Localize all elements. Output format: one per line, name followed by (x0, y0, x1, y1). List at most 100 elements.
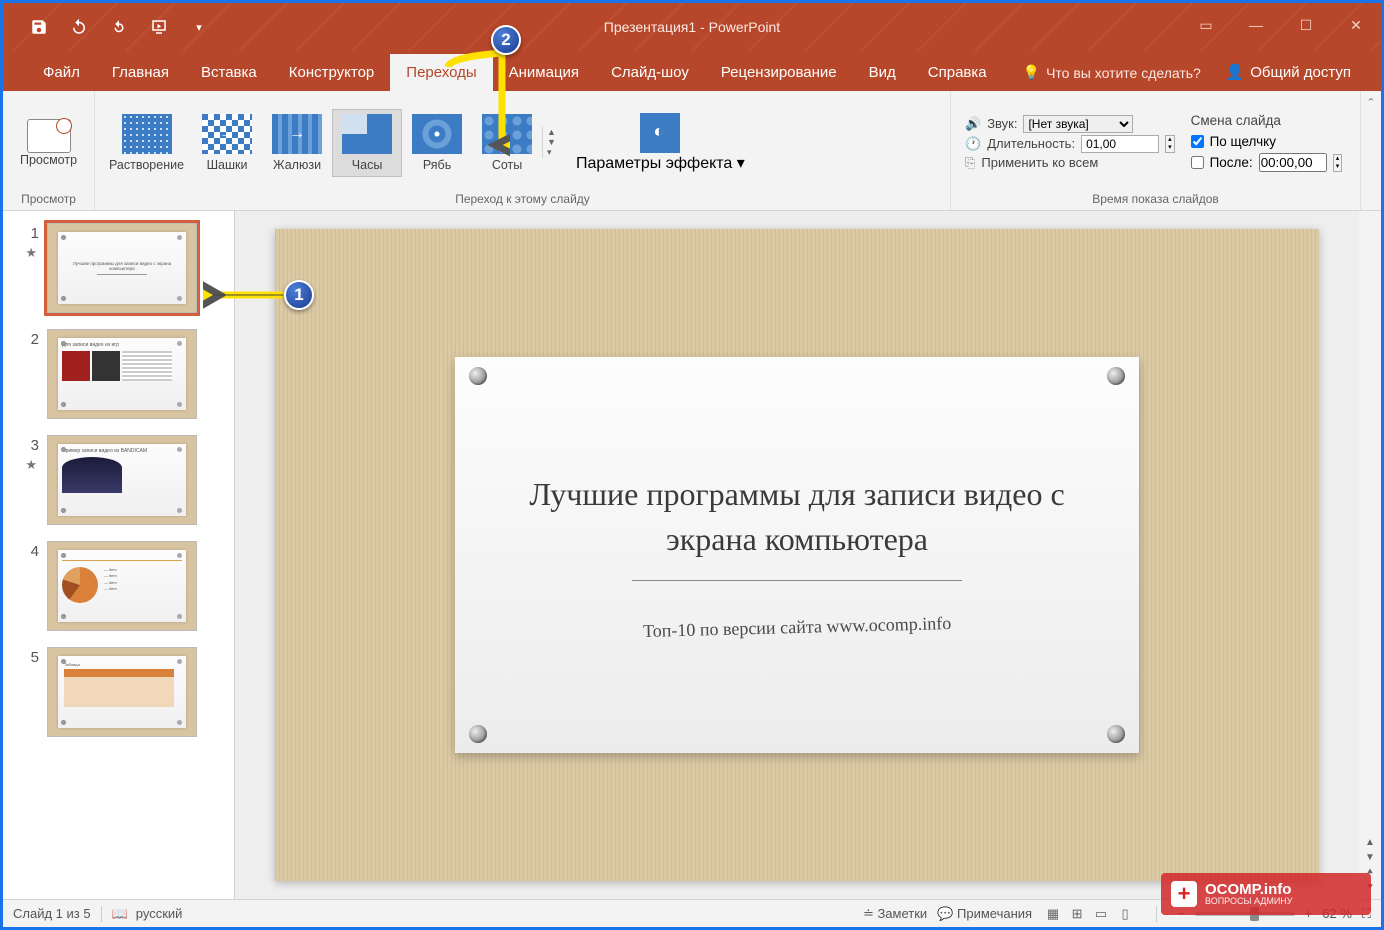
on-click-checkbox[interactable]: По щелчку (1191, 134, 1343, 149)
dissolve-icon (122, 114, 172, 154)
slide-thumbnails-panel: 1★ Лучшие программы для записи видео с э… (3, 211, 235, 899)
watermark: + OCOMP.info ВОПРОСЫ АДМИНУ (1161, 873, 1371, 915)
gallery-expand[interactable]: ▾ (547, 147, 556, 158)
window-controls: ▭ — ☐ ✕ (1181, 3, 1381, 47)
close-button[interactable]: ✕ (1331, 3, 1381, 47)
slide-title[interactable]: Лучшие программы для записи видео с экра… (485, 472, 1109, 562)
transition-star-icon: ★ (25, 245, 37, 261)
ribbon-options-button[interactable]: ▭ (1181, 3, 1231, 47)
tab-design[interactable]: Конструктор (273, 54, 391, 91)
comments-button[interactable]: 💬 Примечания (937, 906, 1032, 922)
slide-canvas[interactable]: Лучшие программы для записи видео с экра… (235, 211, 1359, 899)
share-button[interactable]: 👤 Общий доступ (1226, 63, 1351, 91)
minimize-button[interactable]: — (1231, 3, 1281, 47)
gallery-more: ▲ ▼ ▾ (542, 127, 560, 158)
clock-icon (342, 114, 392, 154)
maximize-button[interactable]: ☐ (1281, 3, 1331, 47)
slide-thumbnail-1[interactable]: Лучшие программы для записи видео с экра… (47, 223, 197, 313)
person-icon: 👤 (1226, 63, 1245, 81)
transition-clock[interactable]: Часы (332, 109, 402, 177)
thumb-number: 3★ (11, 435, 39, 525)
tab-view[interactable]: Вид (853, 54, 912, 91)
duration-icon: 🕐 (965, 136, 981, 152)
tab-slideshow[interactable]: Слайд-шоу (595, 54, 705, 91)
thumb-number: 1★ (11, 223, 39, 313)
slide-thumbnail-2[interactable]: Для записи видео из игр (47, 329, 197, 419)
slide-thumbnail-5[interactable]: Таблица (47, 647, 197, 737)
reading-view-button[interactable]: ▭ (1090, 903, 1112, 925)
thumb-number: 5 (11, 647, 39, 737)
scroll-up-icon[interactable]: ▲ (1365, 837, 1375, 848)
qat-customize-button[interactable]: ▾ (181, 9, 217, 45)
start-from-beginning-button[interactable] (141, 9, 177, 45)
thumb-number: 2 (11, 329, 39, 419)
after-spinner[interactable]: ▴▾ (1333, 154, 1343, 172)
preview-button[interactable]: Просмотр (12, 115, 85, 171)
tab-review[interactable]: Рецензирование (705, 54, 853, 91)
title-card: Лучшие программы для записи видео с экра… (455, 357, 1139, 753)
title-divider (632, 580, 962, 581)
slide-subtitle[interactable]: Топ-10 по версии сайта www.ocomp.info (643, 613, 952, 642)
scroll-down-icon[interactable]: ▼ (1365, 852, 1375, 863)
spellcheck-icon[interactable]: 📖 (112, 906, 128, 922)
transition-dissolve[interactable]: Растворение (101, 110, 192, 176)
gallery-row-up[interactable]: ▲ (547, 127, 556, 137)
gallery-row-down[interactable]: ▼ (547, 137, 556, 147)
ribbon: Просмотр Просмотр Растворение → Шашки → … (3, 91, 1381, 211)
duration-spinner[interactable]: ▴▾ (1165, 135, 1175, 153)
duration-label: Длительность: (987, 136, 1075, 151)
group-label-preview: Просмотр (9, 190, 88, 208)
window-title: Презентация1 - PowerPoint (604, 19, 780, 35)
lightbulb-icon: 💡 (1023, 64, 1040, 81)
normal-view-button[interactable]: ▦ (1042, 903, 1064, 925)
undo-button[interactable] (61, 9, 97, 45)
group-label-timing: Время показа слайдов (957, 190, 1354, 208)
blinds-icon: → (272, 114, 322, 154)
redo-button[interactable] (101, 9, 137, 45)
vertical-scrollbar[interactable]: ▲ ▼ ⯅ ⯆ (1359, 211, 1381, 899)
transition-star-icon: ★ (25, 457, 37, 473)
sorter-view-button[interactable]: ⊞ (1066, 903, 1088, 925)
save-button[interactable] (21, 9, 57, 45)
notes-button[interactable]: ≐ Заметки (863, 906, 927, 922)
view-buttons: ▦ ⊞ ▭ ▯ (1042, 903, 1136, 925)
slide-thumbnail-4[interactable]: — item— item— item— item (47, 541, 197, 631)
slide-thumbnail-3[interactable]: Пример записи видео из BANDICAM (47, 435, 197, 525)
checkerboard-icon: → (202, 114, 252, 154)
thumb-number: 4 (11, 541, 39, 631)
annotation-badge-1: 1 (284, 280, 314, 310)
transition-checkerboard[interactable]: → Шашки (192, 110, 262, 176)
ribbon-tabs: Файл Главная Вставка Конструктор Переход… (3, 51, 1381, 91)
effect-options-icon: ◐ (640, 113, 680, 153)
effect-options-button[interactable]: ◐ Параметры эффекта ▾ (568, 109, 753, 177)
sound-icon: 🔊 (965, 116, 981, 132)
tab-file[interactable]: Файл (27, 54, 96, 91)
apply-to-all-button[interactable]: ⎘ Применить ко всем (965, 155, 1175, 171)
screw-icon (469, 725, 487, 743)
duration-input[interactable] (1081, 135, 1159, 153)
slide-counter[interactable]: Слайд 1 из 5 (13, 906, 91, 921)
screw-icon (1107, 725, 1125, 743)
tab-home[interactable]: Главная (96, 54, 185, 91)
play-preview-icon (27, 119, 71, 153)
after-checkbox[interactable]: После: ▴▾ (1191, 153, 1343, 172)
title-bar: ▾ Презентация1 - PowerPoint ▭ — ☐ ✕ (3, 3, 1381, 51)
collapse-ribbon-button[interactable]: ˆ (1368, 97, 1373, 115)
tab-insert[interactable]: Вставка (185, 54, 273, 91)
quick-access-toolbar: ▾ (3, 9, 217, 45)
annotation-arrow-2 (440, 47, 510, 157)
slideshow-view-button[interactable]: ▯ (1114, 903, 1136, 925)
annotation-arrow-1 (203, 280, 285, 310)
tab-help[interactable]: Справка (912, 54, 1003, 91)
annotation-badge-2: 2 (491, 25, 521, 55)
sound-label: Звук: (987, 116, 1017, 131)
transition-blinds[interactable]: → Жалюзи (262, 110, 332, 176)
screw-icon (469, 367, 487, 385)
advance-slide-title: Смена слайда (1191, 113, 1343, 130)
after-time-input[interactable] (1259, 153, 1327, 172)
tell-me-search[interactable]: 💡 Что вы хотите сделать? (1023, 64, 1201, 91)
apply-all-icon: ⎘ (965, 155, 975, 171)
language-indicator[interactable]: русский (136, 906, 183, 921)
sound-select[interactable]: [Нет звука] (1023, 115, 1133, 133)
group-label-transition: Переход к этому слайду (101, 190, 944, 208)
